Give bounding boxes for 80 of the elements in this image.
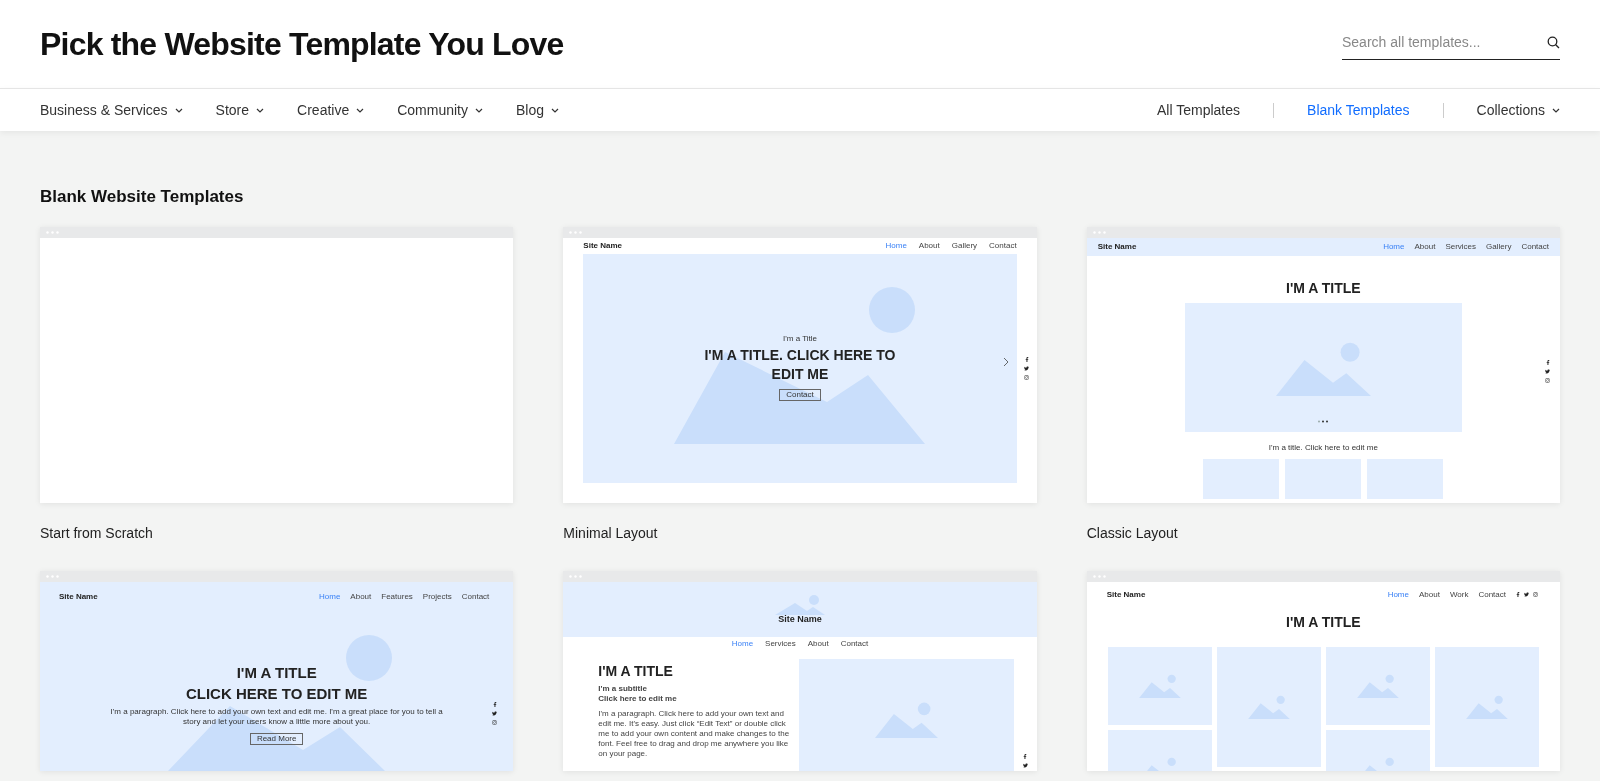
menu-item[interactable]: Gallery bbox=[951, 241, 978, 250]
nav-link[interactable]: All Templates bbox=[1157, 99, 1241, 121]
template-preview[interactable]: Site Name Home About Services Gallery Contact I'M A TITLE I'm a title. Click here to edit me bbox=[1086, 226, 1560, 503]
chevron-down-icon bbox=[1552, 107, 1560, 113]
twitter-icon[interactable] bbox=[1024, 365, 1030, 371]
template-preview[interactable]: Site Name Home About Gallery Contact I'm a Title I'M A TITLE. CLICK HERE TO EDIT ME Contact bbox=[563, 226, 1037, 503]
facebook-icon[interactable] bbox=[1023, 753, 1028, 759]
category-menu[interactable]: Creative bbox=[297, 99, 365, 121]
hero-eyebrow: I'm a Title bbox=[783, 335, 817, 343]
category-menu[interactable]: Community bbox=[397, 99, 483, 121]
template-preview[interactable]: Site Name Home About Work Contact I'M A TITLE bbox=[1086, 570, 1560, 771]
nav-link[interactable]: Blank Templates bbox=[1307, 99, 1410, 121]
page-title: I'M A TITLE bbox=[598, 662, 674, 679]
chevron-down-icon bbox=[174, 107, 183, 113]
mountain-drawing bbox=[775, 594, 825, 615]
menu-item[interactable]: Contact bbox=[989, 241, 1017, 250]
menu-item[interactable]: About bbox=[1414, 242, 1436, 251]
site-name: Site Name bbox=[1097, 242, 1137, 251]
menu-item[interactable]: Contact bbox=[1478, 590, 1506, 599]
site-name: Site Name bbox=[1106, 590, 1146, 599]
chevron-right-icon[interactable] bbox=[1002, 356, 1009, 367]
instagram-icon[interactable] bbox=[1024, 374, 1030, 380]
category-menu[interactable]: Business & Services bbox=[40, 99, 183, 121]
menu-item[interactable]: About bbox=[1419, 590, 1440, 599]
menu-item[interactable]: Contact bbox=[461, 592, 490, 601]
facebook-icon[interactable] bbox=[1024, 356, 1029, 362]
instagram-icon[interactable] bbox=[492, 719, 498, 725]
menu-item[interactable]: About bbox=[350, 592, 372, 601]
instagram-icon[interactable] bbox=[1545, 377, 1550, 383]
twitter-icon[interactable] bbox=[1023, 762, 1028, 768]
page-title: I'M A TITLE bbox=[1285, 613, 1362, 630]
slide-dots-icon[interactable] bbox=[1317, 419, 1330, 423]
collections-menu[interactable]: Collections bbox=[1476, 99, 1560, 121]
hero-title: CLICK HERE TO EDIT ME bbox=[185, 683, 368, 704]
section-subtitle: I'm a title. Click here to edit me bbox=[1267, 443, 1379, 452]
facebook-icon[interactable] bbox=[1545, 359, 1550, 365]
page-title: Pick the Website Template You Love bbox=[40, 25, 564, 64]
facebook-icon[interactable] bbox=[1516, 592, 1520, 597]
menu-item[interactable]: Home bbox=[1387, 590, 1409, 599]
site-name: Site Name bbox=[583, 241, 622, 250]
subtitle: I'm a subtitle bbox=[598, 683, 648, 694]
chevron-down-icon bbox=[256, 107, 265, 113]
menu-item[interactable]: Gallery bbox=[1486, 242, 1512, 251]
menu-item[interactable]: About bbox=[807, 639, 829, 648]
menu-item[interactable]: Projects bbox=[422, 592, 452, 601]
twitter-icon[interactable] bbox=[492, 710, 498, 716]
menu-item[interactable]: Contact bbox=[840, 639, 869, 648]
template-name[interactable]: Minimal Layout bbox=[563, 522, 658, 544]
body-paragraph: I'm a paragraph. Click here to add your own text and edit me. It's easy. Just click “Edit Text” or double click me to add your own content and make changes to the font. Feel free to drag and drop me anywhere you like on your page. bbox=[598, 708, 791, 759]
menu-item[interactable]: About bbox=[918, 241, 940, 250]
facebook-icon[interactable] bbox=[492, 701, 497, 707]
site-title: I'M A TITLE bbox=[1285, 279, 1362, 296]
menu-item[interactable]: Services bbox=[1445, 242, 1477, 251]
hero-title: I'M A TITLE. CLICK HERE TO EDIT ME bbox=[703, 346, 897, 384]
subtitle: Click here to edit me bbox=[598, 693, 678, 704]
twitter-icon[interactable] bbox=[1524, 592, 1529, 597]
template-name[interactable]: Start from Scratch bbox=[40, 522, 153, 544]
menu-item[interactable]: Features bbox=[381, 592, 413, 601]
category-menu[interactable]: Blog bbox=[516, 99, 560, 121]
instagram-icon[interactable] bbox=[1533, 592, 1538, 597]
read-more-button[interactable]: Read More bbox=[249, 732, 304, 745]
chevron-down-icon bbox=[475, 107, 483, 113]
site-name: Site Name bbox=[59, 592, 98, 601]
section-title: Blank Website Templates bbox=[40, 186, 245, 208]
menu-item[interactable]: Services bbox=[765, 639, 796, 648]
hero-title: I'M A TITLE bbox=[236, 662, 317, 683]
chevron-down-icon bbox=[356, 107, 365, 113]
category-menu[interactable]: Store bbox=[215, 99, 265, 121]
chevron-down-icon bbox=[551, 107, 560, 113]
search-icon[interactable] bbox=[1547, 36, 1560, 49]
contact-button[interactable]: Contact bbox=[779, 389, 821, 401]
search-field[interactable]: Search all templates... bbox=[1342, 24, 1560, 60]
menu-item[interactable]: Contact bbox=[1521, 242, 1549, 251]
twitter-icon[interactable] bbox=[1545, 368, 1550, 374]
template-name[interactable]: Classic Layout bbox=[1086, 522, 1178, 544]
menu-item[interactable]: Work bbox=[1449, 590, 1469, 599]
menu-item[interactable]: Home bbox=[885, 241, 907, 250]
hero-paragraph: I'm a paragraph. Click here to add your own text and edit me. I'm a great place for you to tell a story and let your users know a little more about you. bbox=[109, 706, 444, 727]
site-name: Site Name bbox=[778, 614, 822, 624]
menu-item[interactable]: Home bbox=[731, 639, 754, 648]
